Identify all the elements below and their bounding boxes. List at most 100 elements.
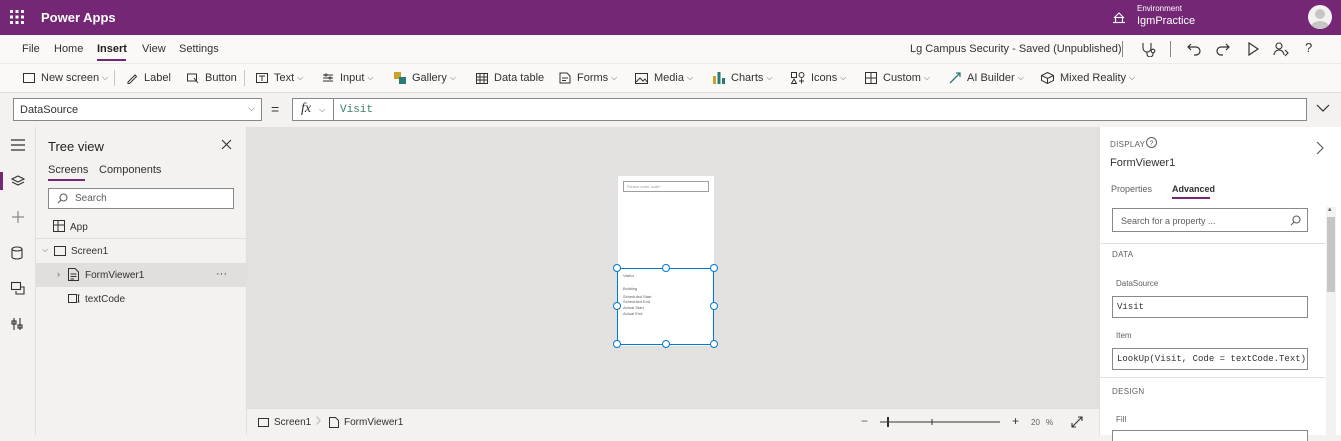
menu-file[interactable]: File: [22, 43, 40, 55]
fill-property-input[interactable]: [1112, 430, 1308, 441]
preview-play-icon[interactable]: [1245, 41, 1261, 57]
resize-handle[interactable]: [613, 264, 621, 272]
insert-plus-icon[interactable]: [11, 210, 25, 224]
hamburger-menu-icon[interactable]: [11, 139, 25, 151]
close-icon[interactable]: [221, 139, 232, 150]
tab-properties[interactable]: Properties: [1111, 184, 1152, 194]
app-checker-icon[interactable]: [1140, 41, 1156, 57]
screen-icon: [54, 246, 66, 256]
design-canvas[interactable]: Please enter code* Visitor Building Sche…: [247, 127, 1099, 408]
environment-label[interactable]: Environment: [1137, 4, 1182, 13]
data-table-icon: [476, 72, 488, 84]
menu-insert[interactable]: Insert: [97, 43, 127, 55]
user-avatar[interactable]: [1308, 5, 1332, 29]
function-button[interactable]: fx ⌵: [292, 98, 334, 121]
ai-builder-icon: [949, 72, 961, 84]
forms-menu[interactable]: Forms ⌵: [559, 64, 617, 92]
breadcrumb-formviewer1[interactable]: FormViewer1: [329, 417, 403, 428]
insert-ribbon: New screen ⌵ Label Button Text ⌵ Input ⌵ Ga…: [0, 63, 1341, 93]
scroll-up-icon[interactable]: ▴: [1328, 205, 1332, 213]
zoom-level[interactable]: 20: [1031, 418, 1040, 427]
scrollbar-thumb[interactable]: [1327, 217, 1335, 292]
tree-item-screen1[interactable]: ⌵ Screen1: [36, 239, 246, 263]
charts-menu[interactable]: Charts ⌵: [713, 64, 772, 92]
new-screen-button[interactable]: New screen ⌵: [23, 64, 108, 92]
environment-name[interactable]: IgmPractice: [1137, 15, 1195, 27]
icons-menu[interactable]: Icons ⌵: [791, 64, 846, 92]
screen-icon: [258, 418, 269, 427]
collapse-panel-chevron-icon[interactable]: [1316, 141, 1324, 155]
property-search-input[interactable]: Search for a property ...: [1112, 208, 1308, 232]
expand-formula-icon[interactable]: [1316, 103, 1330, 113]
forms-label: Forms: [577, 72, 609, 84]
more-options-icon[interactable]: ···: [216, 268, 227, 280]
tree-item-formviewer1[interactable]: › FormViewer1 ···: [36, 263, 246, 287]
charts-label: Charts: [731, 72, 764, 84]
data-cylinder-icon[interactable]: [11, 246, 23, 260]
menu-view[interactable]: View: [142, 43, 166, 55]
formula-input[interactable]: Visit: [334, 98, 1307, 121]
custom-menu[interactable]: Custom ⌵: [865, 64, 930, 92]
custom-icon: [865, 72, 877, 84]
app-launcher-icon[interactable]: [10, 10, 24, 24]
resize-handle[interactable]: [710, 302, 718, 310]
tree-item-textcode[interactable]: textCode: [36, 287, 246, 311]
resize-handle[interactable]: [662, 340, 670, 348]
zoom-out-icon[interactable]: −: [861, 414, 868, 428]
selected-formviewer-outline[interactable]: [617, 268, 714, 345]
help-icon[interactable]: ?: [1305, 40, 1312, 55]
resize-handle[interactable]: [710, 340, 718, 348]
media-icon: [635, 72, 648, 84]
chevron-right-icon[interactable]: ›: [57, 269, 60, 279]
mixed-reality-icon: [1041, 72, 1054, 84]
item-property-input[interactable]: LookUp(Visit, Code = textCode.Text): [1112, 348, 1308, 370]
chevron-down-icon[interactable]: ⌵: [42, 245, 48, 255]
gallery-icon: [394, 72, 406, 84]
resize-handle[interactable]: [613, 302, 621, 310]
label-label: Label: [144, 72, 171, 84]
help-circle-icon[interactable]: ?: [1146, 137, 1157, 148]
input-label: Input: [340, 72, 365, 84]
search-icon: [57, 193, 68, 204]
input-menu[interactable]: Input ⌵: [322, 64, 374, 92]
resize-handle[interactable]: [613, 340, 621, 348]
zoom-in-icon[interactable]: +: [1012, 414, 1019, 428]
undo-icon[interactable]: [1186, 41, 1202, 57]
fit-to-window-icon[interactable]: [1071, 416, 1083, 428]
property-dropdown[interactable]: DataSource ⌵: [13, 98, 262, 121]
tree-search-input[interactable]: Search: [48, 188, 234, 209]
text-menu[interactable]: Text ⌵: [256, 64, 303, 92]
code-text-input[interactable]: Please enter code*: [623, 181, 709, 192]
mixed-reality-menu[interactable]: Mixed Reality ⌵: [1041, 64, 1135, 92]
zoom-slider[interactable]: [880, 415, 1000, 429]
datasource-property-input[interactable]: Visit: [1112, 296, 1308, 318]
app-title[interactable]: Power Apps: [41, 10, 116, 25]
menu-settings[interactable]: Settings: [179, 43, 219, 55]
fill-property-label: Fill: [1116, 415, 1127, 424]
redo-icon[interactable]: [1215, 41, 1231, 57]
ai-builder-menu[interactable]: AI Builder ⌵: [949, 64, 1024, 92]
media-files-icon[interactable]: [11, 281, 25, 295]
properties-scrollbar[interactable]: ▴: [1326, 205, 1336, 435]
tab-advanced[interactable]: Advanced: [1172, 184, 1215, 194]
breadcrumb-label: Screen1: [274, 417, 312, 428]
data-table-button[interactable]: Data table: [476, 64, 544, 92]
tree-view-layers-icon[interactable]: [11, 175, 25, 187]
data-table-label: Data table: [494, 72, 545, 84]
tab-screens[interactable]: Screens: [48, 164, 88, 176]
gallery-menu[interactable]: Gallery ⌵: [394, 64, 456, 92]
media-menu[interactable]: Media ⌵: [635, 64, 693, 92]
divider: [1100, 377, 1328, 378]
advanced-tools-icon[interactable]: [11, 317, 23, 331]
resize-handle[interactable]: [662, 264, 670, 272]
mixed-reality-label: Mixed Reality: [1060, 72, 1127, 84]
menu-home[interactable]: Home: [54, 43, 83, 55]
button-button[interactable]: Button: [187, 64, 237, 92]
share-user-icon[interactable]: [1273, 41, 1289, 57]
resize-handle[interactable]: [710, 264, 718, 272]
tree-view-panel: Tree view Screens Components Search App …: [36, 127, 247, 435]
label-button[interactable]: Label: [126, 64, 171, 92]
breadcrumb-screen1[interactable]: Screen1: [258, 417, 311, 428]
tree-item-app[interactable]: App: [36, 215, 246, 239]
tab-components[interactable]: Components: [99, 164, 161, 176]
